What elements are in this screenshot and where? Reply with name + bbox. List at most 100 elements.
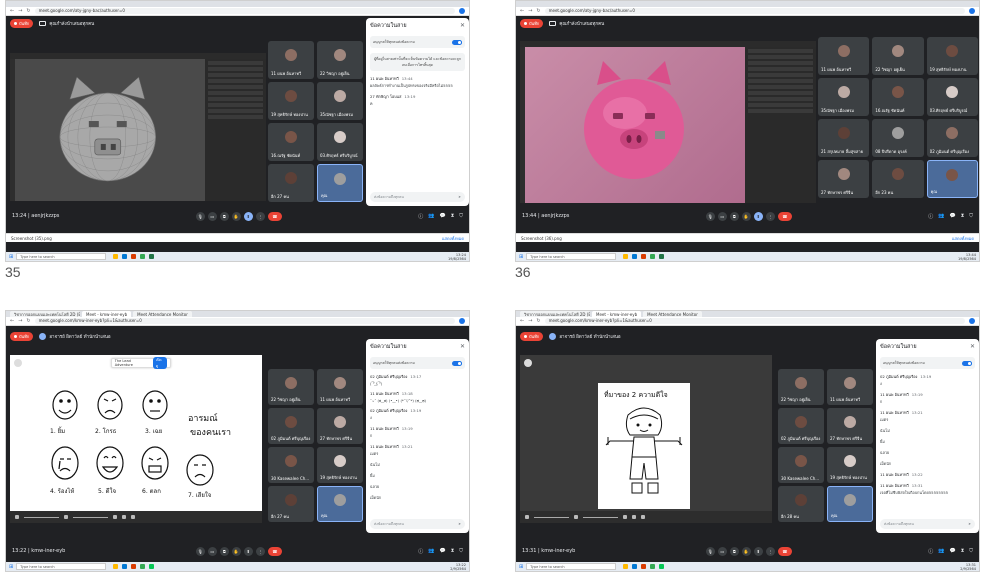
forward-icon[interactable]: → (528, 318, 532, 324)
close-icon[interactable]: ✕ (460, 343, 465, 351)
mic-button[interactable]: 🎙 (705, 211, 715, 221)
file-explorer-icon[interactable] (113, 564, 119, 569)
shield-icon[interactable]: ⛉ (459, 548, 463, 555)
office-icon[interactable] (131, 564, 137, 569)
chrome-icon[interactable] (140, 564, 146, 569)
download-item[interactable]: Screenshot (36).png (521, 236, 562, 241)
pen-tool-icon[interactable] (15, 515, 19, 519)
whiteboard-menu-icon[interactable] (524, 359, 532, 367)
address-bar[interactable]: meet.google.com/aty-jgny-bac/authuser=0 (544, 8, 965, 14)
send-icon[interactable]: ➤ (968, 522, 971, 526)
show-all-link[interactable]: แสดงทั้งหมด (442, 235, 464, 242)
participant-tile[interactable]: 21 สรุปหมาย ลิ้มสุขสาย (818, 119, 870, 157)
line-icon[interactable] (659, 564, 665, 569)
forward-icon[interactable]: → (18, 318, 22, 324)
download-item[interactable]: Screenshot (35).png (11, 236, 52, 241)
participant-tile[interactable]: 19 สุทธิรักษ์ ทองปาน (268, 82, 314, 120)
captions-button[interactable]: ⧉ (219, 546, 229, 556)
participant-tile[interactable]: 19 สุทธิรักษ์ ทองปาน (926, 37, 978, 75)
mic-button[interactable]: 🎙 (195, 546, 205, 556)
activities-icon[interactable]: ⧗ (961, 213, 965, 220)
raise-hand-button[interactable]: ✋ (231, 211, 241, 221)
activities-icon[interactable]: ⧗ (961, 548, 965, 555)
raise-hand-button[interactable]: ✋ (741, 546, 751, 556)
people-icon[interactable]: 👥 (938, 548, 944, 555)
windows-start-icon[interactable]: ⊞ (519, 564, 523, 570)
people-icon[interactable]: 👥 (428, 213, 434, 220)
taskbar-clock[interactable]: 13:22 2/9/2564 (450, 563, 466, 571)
office-icon[interactable] (641, 254, 647, 259)
camera-button[interactable]: ▭ (207, 546, 217, 556)
present-button[interactable]: ⬆ (243, 211, 253, 221)
participant-tile[interactable]: 16.ณรัฐ ชัดนันท์ (872, 78, 924, 116)
size-slider[interactable] (534, 516, 569, 518)
leave-call-button[interactable]: ☎ (267, 211, 282, 221)
address-bar[interactable]: meet.google.com/aty-jgny-bac/authuser=0 (34, 8, 455, 14)
allow-messages-toggle[interactable] (452, 360, 462, 366)
activities-icon[interactable]: ⧗ (451, 548, 455, 555)
back-icon[interactable]: ← (520, 318, 524, 324)
participant-tile[interactable]: 35ณัชฐา เมืองพรม (317, 82, 363, 120)
camera-button[interactable]: ▭ (717, 211, 727, 221)
edge-icon[interactable] (122, 254, 128, 259)
raise-hand-button[interactable]: ✋ (231, 546, 241, 556)
self-video-tile[interactable]: คุณ (317, 486, 363, 522)
captions-button[interactable]: ⧉ (729, 546, 739, 556)
profile-avatar[interactable] (459, 8, 465, 14)
edge-icon[interactable] (632, 564, 638, 569)
mic-button[interactable]: 🎙 (195, 211, 205, 221)
activities-icon[interactable]: ⧗ (451, 213, 455, 220)
send-icon[interactable]: ➤ (458, 195, 461, 199)
participant-tile[interactable]: 02 ภูมิมนต์ ศรีบุญเรือง (778, 408, 824, 444)
info-icon[interactable]: ⓘ (928, 548, 933, 555)
participant-tile[interactable]: 35ณัชฐา เมืองพรม (818, 78, 870, 116)
chat-icon[interactable]: 💬 (439, 548, 445, 555)
participant-tile[interactable]: 22 วิชญา อยู่เย็น (268, 369, 314, 405)
raise-hand-button[interactable]: ✋ (741, 211, 751, 221)
participant-tile[interactable]: 03.ศิรฤทธ์ ศรีบริบูรณ์ (317, 123, 363, 161)
pen-tool-icon[interactable] (525, 515, 529, 519)
chat-input[interactable]: ส่งข้อความถึงทุกคน ➤ (370, 192, 465, 202)
back-icon[interactable]: ← (520, 8, 524, 14)
leave-call-button[interactable]: ☎ (777, 211, 792, 221)
participant-tile[interactable]: 11 ผนพ อ้นหาทวี (317, 369, 363, 405)
edge-icon[interactable] (122, 564, 128, 569)
participant-tile[interactable]: 19 สุทธิรักษ์ ทองปาน (317, 447, 363, 483)
reload-icon[interactable]: ↻ (536, 318, 540, 324)
present-button[interactable]: ⬆ (753, 211, 763, 221)
shield-icon[interactable]: ⛉ (459, 213, 463, 220)
participant-tile[interactable]: 08 ปีปรีดาด อุรงค์ (872, 119, 924, 157)
reload-icon[interactable]: ↻ (536, 8, 540, 14)
taskbar-search[interactable]: Type here to search (526, 253, 617, 260)
info-icon[interactable]: ⓘ (928, 213, 933, 220)
participant-tile[interactable]: 27 ทักษาพร ศรีจีน (818, 160, 870, 198)
shield-icon[interactable]: ⛉ (969, 548, 973, 555)
reload-icon[interactable]: ↻ (26, 318, 30, 324)
file-explorer-icon[interactable] (113, 254, 119, 259)
size-slider[interactable] (24, 516, 59, 518)
allow-messages-toggle[interactable] (962, 360, 972, 366)
leave-call-button[interactable]: ☎ (777, 546, 792, 556)
self-video-tile[interactable]: คุณ (926, 160, 978, 198)
back-icon[interactable]: ← (10, 318, 14, 324)
participant-tile[interactable]: 19 สุทธิรักษ์ ทองปาน (827, 447, 873, 483)
more-participants-tile[interactable]: อีก 27 คน (268, 164, 314, 202)
office-icon[interactable] (131, 254, 137, 259)
people-icon[interactable]: 👥 (938, 213, 944, 220)
more-options-button[interactable]: ⋮ (255, 546, 265, 556)
participant-tile[interactable]: 22 วิชญา อยู่เย็น (778, 369, 824, 405)
excel-icon[interactable] (149, 254, 155, 259)
send-icon[interactable]: ➤ (458, 522, 461, 526)
participant-tile[interactable]: 03.ศิรฤทธ์ ศรีบริบูรณ์ (926, 78, 978, 116)
taskbar-clock[interactable]: 13:44 19/8/2564 (958, 253, 976, 261)
self-video-tile[interactable]: คุณ (317, 164, 363, 202)
participant-tile[interactable]: 30 Kasewalee Ch... (778, 447, 824, 483)
allow-messages-toggle[interactable] (452, 39, 462, 45)
camera-button[interactable]: ▭ (717, 546, 727, 556)
shield-icon[interactable]: ⛉ (969, 213, 973, 220)
close-icon[interactable]: ✕ (970, 343, 975, 351)
address-bar[interactable]: meet.google.com/kmw-iner-eyb?pli=1&authu… (544, 318, 965, 324)
participant-tile[interactable]: 16.ณรัฐ ชัดนันท์ (268, 123, 314, 161)
back-icon[interactable]: ← (10, 8, 14, 14)
camera-button[interactable]: ▭ (207, 211, 217, 221)
